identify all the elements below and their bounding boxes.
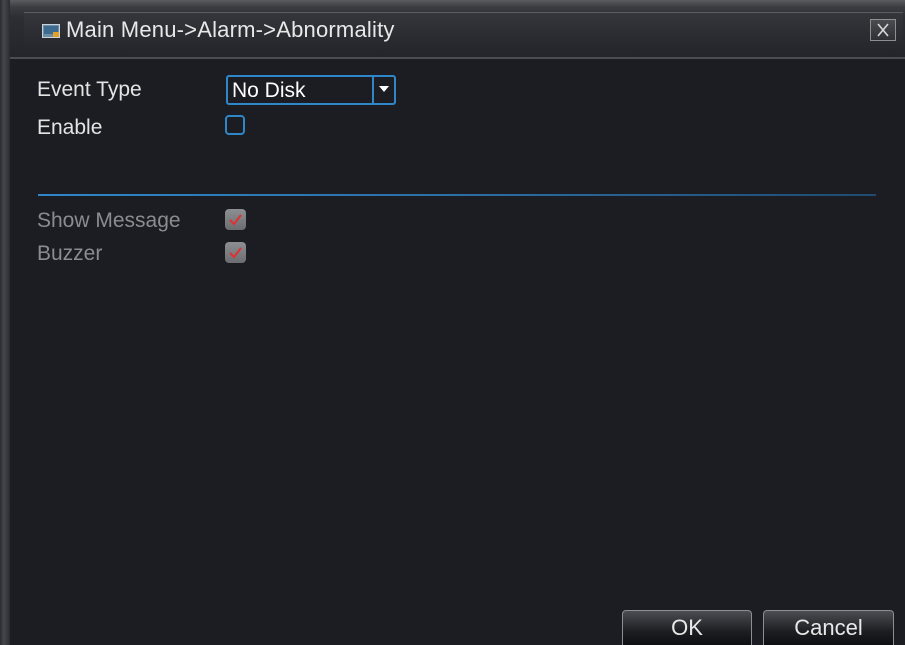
window-icon (42, 24, 60, 38)
window-title: Main Menu->Alarm->Abnormality (66, 17, 395, 42)
cancel-button[interactable]: Cancel (763, 610, 894, 645)
enable-checkbox[interactable] (225, 115, 245, 135)
enable-label: Enable (37, 116, 103, 139)
check-icon (229, 247, 242, 259)
close-button[interactable] (870, 19, 896, 41)
show-message-label: Show Message (37, 209, 181, 232)
left-edge (0, 0, 10, 645)
section-divider (38, 194, 876, 196)
event-type-label: Event Type (37, 78, 142, 101)
select-arrow-box[interactable] (372, 77, 394, 103)
close-icon (877, 23, 889, 37)
title-divider (10, 57, 905, 59)
chevron-down-icon (379, 86, 389, 92)
event-type-value: No Disk (232, 79, 306, 102)
buzzer-label: Buzzer (37, 242, 103, 265)
buzzer-checkbox[interactable] (225, 242, 246, 263)
dialog-window: Main Menu->Alarm->Abnormality Event Type… (0, 0, 905, 645)
ok-button[interactable]: OK (622, 610, 752, 645)
check-icon (229, 214, 242, 226)
show-message-checkbox[interactable] (225, 209, 246, 230)
event-type-select[interactable]: No Disk (226, 75, 396, 105)
